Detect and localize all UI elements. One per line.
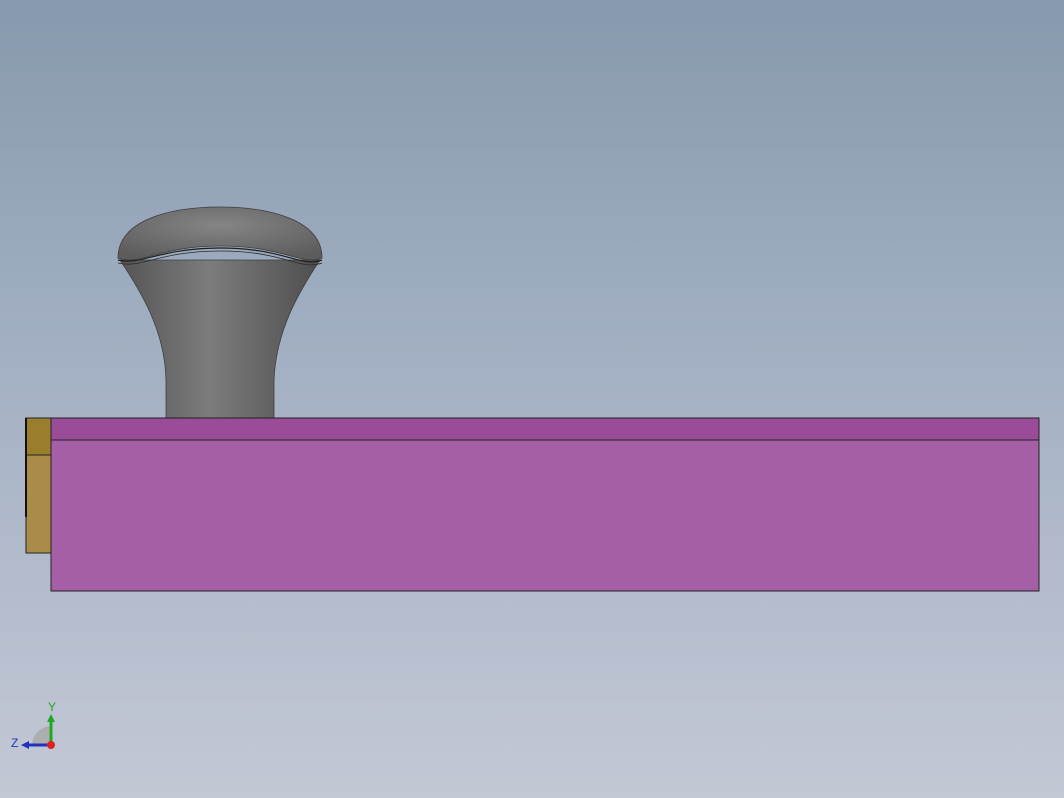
knob-handle[interactable] — [117, 206, 323, 419]
plate-body — [50, 439, 1040, 592]
end-block-top — [25, 417, 52, 456]
base-plate[interactable] — [50, 417, 1040, 592]
end-block-body — [25, 454, 52, 554]
y-axis-label: Y — [48, 700, 56, 714]
plate-top-strip — [50, 417, 1040, 441]
knob-stem — [119, 259, 321, 419]
knob-cap — [117, 206, 323, 261]
z-axis-label: Z — [11, 736, 18, 750]
graphics-viewport[interactable]: Y Z — [0, 0, 1064, 798]
model-view[interactable] — [0, 0, 1064, 798]
end-block[interactable] — [25, 417, 52, 554]
view-orientation-triad-icon: Y Z — [11, 700, 56, 750]
